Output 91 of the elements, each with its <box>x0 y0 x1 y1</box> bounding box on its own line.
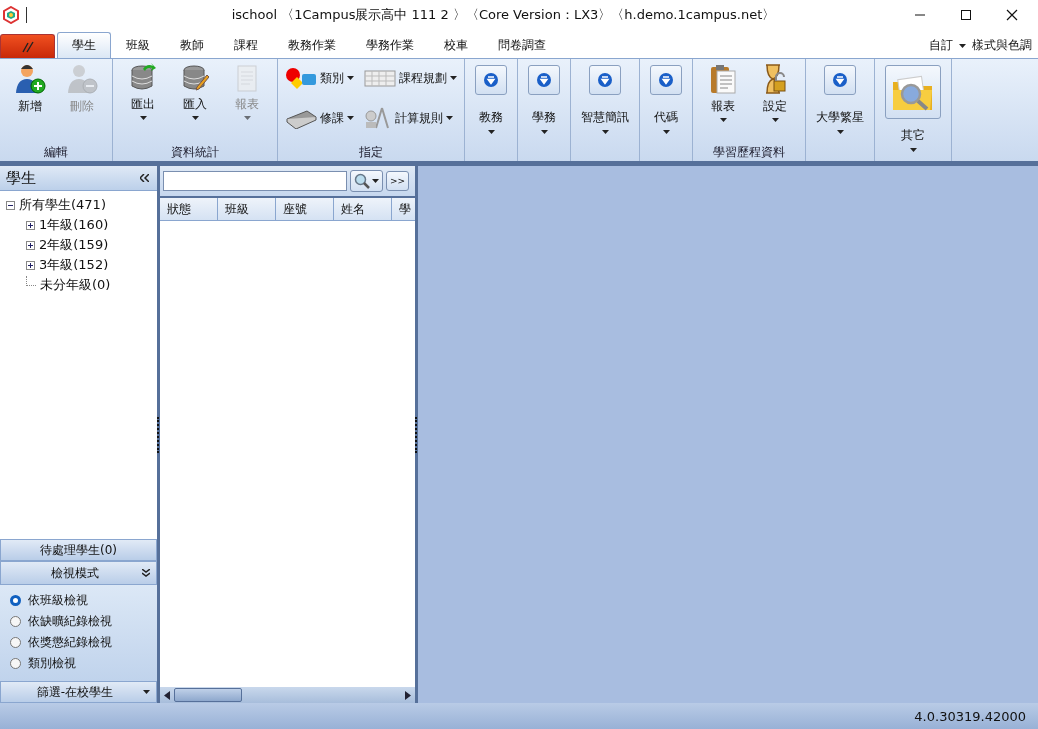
more-button[interactable]: >> <box>386 171 410 191</box>
search-field[interactable] <box>163 171 347 191</box>
ribbon-tab[interactable]: 教師 <box>165 32 219 58</box>
radio-button[interactable] <box>10 616 21 627</box>
compass-icon <box>364 106 392 130</box>
ribbon-group-label: 資料統計 <box>170 144 220 161</box>
collapse-icon[interactable] <box>140 174 149 182</box>
column-header[interactable]: 姓名 <box>334 198 392 220</box>
ribbon-group-label: 指定 <box>358 144 384 161</box>
ribbon-button[interactable]: 教務 <box>469 61 513 143</box>
shapes-icon <box>285 67 317 89</box>
ribbon-button[interactable]: 學務 <box>522 61 566 143</box>
tree-item[interactable]: 2年級(159) <box>39 236 109 254</box>
radio-button[interactable] <box>10 658 21 669</box>
radio-label[interactable]: 類別檢視 <box>28 655 76 672</box>
ribbon-tab[interactable]: 學務作業 <box>351 32 429 58</box>
arrow-down-icon <box>658 72 674 88</box>
horizontal-scrollbar[interactable] <box>160 687 415 703</box>
panel-title: 學生 <box>6 168 36 188</box>
maximize-icon[interactable] <box>960 9 972 21</box>
pending-students-button[interactable]: 待處理學生(0) <box>0 539 157 561</box>
book-icon <box>285 107 317 129</box>
ribbon-button[interactable]: 代碼 <box>644 61 688 143</box>
radio-button[interactable] <box>10 595 21 606</box>
scroll-thumb[interactable] <box>174 688 242 702</box>
ribbon-button[interactable]: 報表 <box>697 61 749 143</box>
caret-icon <box>959 44 966 48</box>
expand-box-icon[interactable] <box>26 240 35 250</box>
arrow-down-icon <box>536 72 552 88</box>
expand-box-icon[interactable] <box>26 220 35 230</box>
ribbon-button[interactable]: 課程規劃 <box>361 63 460 93</box>
ribbon-button[interactable]: 匯出 <box>117 61 169 143</box>
filter-dropdown[interactable]: 篩選-在校學生 <box>0 681 157 703</box>
clipboard-document-icon <box>709 63 737 95</box>
expand-chevron-icon[interactable] <box>142 569 150 577</box>
ribbon-button[interactable]: 計算規則 <box>361 103 460 133</box>
ribbon-group-label: 學習歷程資料 <box>712 144 786 161</box>
ribbon-button[interactable]: 類別 <box>282 63 357 93</box>
expand-box-icon[interactable] <box>26 260 35 270</box>
arrow-down-icon <box>832 72 848 88</box>
radio-label[interactable]: 依獎懲紀錄檢視 <box>28 634 112 651</box>
ribbon-button[interactable]: 修課 <box>282 103 357 133</box>
person-add-icon <box>14 63 46 95</box>
database-arrow-icon <box>129 63 157 93</box>
application-menu-button[interactable] <box>0 34 55 58</box>
database-pencil-icon <box>181 63 209 93</box>
view-mode-header[interactable]: 檢視模式 <box>0 561 157 585</box>
column-header[interactable]: 班級 <box>218 198 276 220</box>
radio-label[interactable]: 依班級檢視 <box>28 592 88 609</box>
search-button[interactable] <box>350 170 383 192</box>
tree-item[interactable]: 所有學生(471) <box>19 196 106 214</box>
person-remove-icon <box>66 63 98 95</box>
grid-icon <box>364 68 396 88</box>
scroll-right-icon[interactable] <box>405 690 411 700</box>
document-icon <box>235 63 259 93</box>
tree-item[interactable]: 1年級(160) <box>39 216 109 234</box>
app-logo-icon <box>2 6 20 24</box>
column-header[interactable]: 狀態 <box>160 198 218 220</box>
window-title: ischool 〈1Campus展示高中 111 2 〉〈Core Version：LX3〉〈h.demo.1campus.net〉 <box>230 6 777 24</box>
caret-icon <box>143 690 150 694</box>
ribbon-tab[interactable]: 課程 <box>219 32 273 58</box>
caret-icon <box>372 179 379 183</box>
search-icon <box>354 173 370 189</box>
ribbon-button[interactable]: 匯入 <box>169 61 221 143</box>
tree-item[interactable]: 未分年級(0) <box>40 276 111 294</box>
customize-menu[interactable]: 自訂 <box>923 32 959 58</box>
ribbon-button[interactable]: 設定 <box>749 61 801 143</box>
radio-label[interactable]: 依缺曠紀錄檢視 <box>28 613 112 630</box>
arrow-down-icon <box>483 72 499 88</box>
ribbon-tab[interactable]: 學生 <box>57 32 111 58</box>
ribbon-button[interactable]: 新增 <box>4 61 56 143</box>
collapse-box-icon[interactable] <box>6 200 15 210</box>
ribbon-button[interactable]: 智慧簡訊 <box>575 61 635 143</box>
pen-strokes-icon <box>20 40 35 53</box>
column-header[interactable]: 座號 <box>276 198 334 220</box>
ribbon-tab[interactable]: 問卷調查 <box>483 32 561 58</box>
ribbon-tab[interactable]: 校車 <box>429 32 483 58</box>
ribbon-tab[interactable]: 教務作業 <box>273 32 351 58</box>
view-mode-title: 檢視模式 <box>49 564 100 582</box>
ribbon-tab[interactable]: 班級 <box>111 32 165 58</box>
version-text: 4.0.30319.42000 <box>914 708 1026 724</box>
column-header[interactable]: 學 <box>392 198 415 220</box>
tree-item[interactable]: 3年級(152) <box>39 256 109 274</box>
close-icon[interactable] <box>1006 9 1018 21</box>
ribbon-button[interactable]: 其它 <box>879 61 947 156</box>
radio-button[interactable] <box>10 637 21 648</box>
scroll-left-icon[interactable] <box>164 690 170 700</box>
ribbon-button[interactable]: 大學繁星 <box>810 61 870 143</box>
arrow-down-icon <box>597 72 613 88</box>
style-theme-menu[interactable]: 樣式與色調 <box>966 32 1038 58</box>
ribbon-group-label: 編輯 <box>43 144 69 161</box>
